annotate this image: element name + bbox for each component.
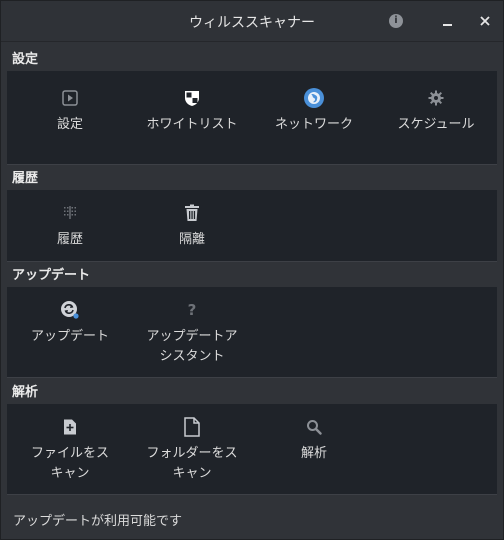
- quarantine-label: 隔離: [178, 232, 205, 247]
- globe-icon: [304, 88, 324, 108]
- dotted-grid-icon: [64, 206, 76, 219]
- analyze-label: 解析: [300, 446, 327, 461]
- settings-label: 設定: [56, 117, 83, 132]
- scan-folder-button[interactable]: フォルダーをス キャン: [131, 416, 253, 484]
- window-title: ウィルススキャナー: [189, 15, 315, 31]
- trash-icon: [185, 204, 199, 221]
- shield-icon: [185, 91, 199, 106]
- title-bar: ウィルススキャナー i: [1, 1, 503, 42]
- document-icon: [184, 417, 200, 437]
- schedule-button[interactable]: スケジュール: [375, 87, 497, 135]
- schedule-label: スケジュール: [397, 117, 475, 132]
- section-header-analysis: 解析: [12, 385, 39, 400]
- play-square-icon: [62, 90, 78, 106]
- analyze-button[interactable]: 解析: [253, 416, 375, 464]
- close-button[interactable]: [475, 11, 495, 31]
- update-assistant-label-line2: シスタント: [159, 349, 225, 364]
- status-message: アップデートが利用可能です: [13, 514, 183, 529]
- whitelist-label: ホワイトリスト: [146, 117, 238, 132]
- network-button[interactable]: ネットワーク: [253, 87, 375, 135]
- gear-icon: [428, 90, 444, 106]
- update-assistant-label-line1: アップデートア: [146, 329, 238, 344]
- settings-button[interactable]: 設定: [9, 87, 131, 135]
- update-icon: [61, 301, 79, 319]
- section-header-history: 履歴: [12, 171, 39, 186]
- scan-file-label-line1: ファイルをス: [30, 446, 109, 461]
- scan-folder-label-line2: キャン: [172, 466, 212, 481]
- quarantine-button[interactable]: 隔離: [131, 202, 253, 250]
- whitelist-button[interactable]: ホワイトリスト: [131, 87, 253, 135]
- file-plus-icon: [64, 419, 76, 435]
- close-icon: [480, 16, 490, 26]
- virus-scanner-window: ウィルススキャナー i 設定 設定 ホワイトリスト ネットワーク スケジュール …: [0, 0, 504, 540]
- update-label: アップデート: [30, 329, 109, 344]
- info-button[interactable]: i: [386, 11, 406, 31]
- section-panel-history: 履歴 隔離: [7, 190, 497, 262]
- minimize-button[interactable]: [437, 11, 457, 31]
- section-panel-settings: 設定 ホワイトリスト ネットワーク スケジュール: [7, 71, 497, 165]
- section-panel-analysis: ファイルをス キャン フォルダーをス キャン 解析: [7, 404, 497, 495]
- scan-file-label-line2: キャン: [50, 466, 90, 481]
- update-assistant-button[interactable]: ? アップデートア シスタント: [131, 299, 253, 367]
- info-icon: i: [389, 14, 403, 28]
- scan-file-button[interactable]: ファイルをス キャン: [9, 416, 131, 484]
- magnifier-icon: [307, 420, 322, 435]
- section-header-update: アップデート: [12, 268, 91, 283]
- section-header-settings: 設定: [12, 52, 39, 67]
- section-panel-update: アップデート ? アップデートア シスタント: [7, 287, 497, 378]
- history-button[interactable]: 履歴: [9, 202, 131, 250]
- update-button[interactable]: アップデート: [9, 299, 131, 347]
- minimize-icon: [442, 24, 452, 26]
- question-icon: ?: [187, 301, 197, 319]
- scan-folder-label-line1: フォルダーをス: [146, 446, 238, 461]
- network-label: ネットワーク: [274, 117, 353, 132]
- history-label: 履歴: [56, 232, 83, 247]
